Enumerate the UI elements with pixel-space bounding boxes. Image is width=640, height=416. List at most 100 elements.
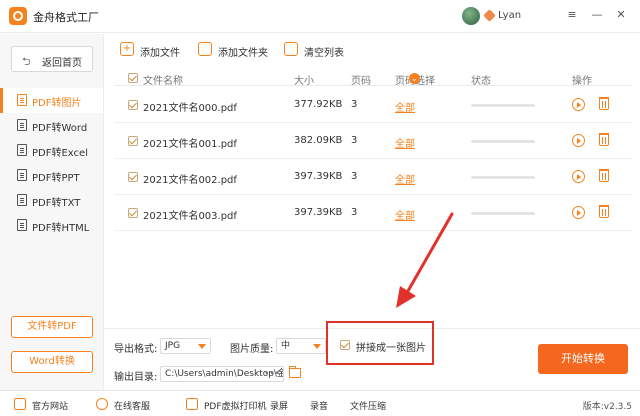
- sidebar-item-label: PDF转Word: [32, 123, 88, 134]
- quality-label: 图片质量:: [230, 344, 274, 355]
- table-row[interactable]: 2021文件名001.pdf 382.09KB 3 全部: [114, 123, 632, 159]
- annotation-arrow: [396, 212, 454, 308]
- minimize-icon[interactable]: —: [590, 8, 604, 22]
- play-icon[interactable]: [572, 134, 585, 147]
- format-select[interactable]: JPG: [160, 338, 211, 354]
- file-pages: 3: [351, 171, 358, 182]
- more-button[interactable]: •••: [264, 367, 280, 381]
- file-pages: 3: [351, 135, 358, 146]
- file-name: 2021文件名003.pdf: [143, 211, 237, 222]
- table-row[interactable]: 2021文件名003.pdf 397.39KB 3 全部: [114, 195, 632, 231]
- file-name: 2021文件名001.pdf: [143, 139, 237, 150]
- file-size: 397.39KB: [294, 207, 343, 218]
- progress-bar: [471, 104, 535, 107]
- row-checkbox[interactable]: [128, 136, 138, 146]
- back-home-button[interactable]: ⮌ 返回首页: [11, 46, 93, 72]
- document-icon: [17, 119, 27, 131]
- screen-record-label: 录屏: [270, 402, 289, 412]
- sidebar-item-label: PDF转HTML: [32, 223, 90, 234]
- back-home-label: 返回首页: [42, 58, 82, 69]
- delete-icon[interactable]: [599, 97, 609, 110]
- user-icon: [96, 398, 108, 410]
- chevron-down-icon[interactable]: ⌄: [409, 73, 420, 84]
- header-status: 状态: [471, 76, 491, 87]
- file-to-pdf-button[interactable]: 文件转PDF: [11, 316, 93, 338]
- monitor-icon: [14, 398, 26, 410]
- delete-icon[interactable]: [599, 169, 609, 182]
- file-size: 377.92KB: [294, 99, 343, 110]
- row-checkbox[interactable]: [128, 208, 138, 218]
- file-name: 2021文件名002.pdf: [143, 175, 237, 186]
- vip-diamond-icon: [483, 9, 496, 22]
- merge-highlight-box: 拼接成一张图片: [326, 321, 434, 365]
- sidebar-item-pdf-to-excel[interactable]: PDF转Excel: [0, 138, 103, 163]
- document-icon: [17, 194, 27, 206]
- file-size: 397.39KB: [294, 171, 343, 182]
- sidebar-item-label: PDF转Excel: [32, 148, 88, 159]
- sidebar-item-pdf-to-word[interactable]: PDF转Word: [0, 113, 103, 138]
- printer-label: PDF虚拟打印机: [204, 402, 267, 412]
- merge-image-checkbox[interactable]: [340, 340, 350, 350]
- document-icon: [17, 219, 27, 231]
- file-name: 2021文件名000.pdf: [143, 103, 237, 114]
- chevron-down-icon: [198, 344, 206, 349]
- play-icon[interactable]: [572, 98, 585, 111]
- audio-record-label: 录音: [310, 402, 329, 412]
- folder-icon[interactable]: [289, 366, 301, 378]
- document-icon: [17, 144, 27, 156]
- document-icon: [17, 94, 27, 106]
- file-pages: 3: [351, 207, 358, 218]
- progress-bar: [471, 212, 535, 215]
- progress-bar: [471, 140, 535, 143]
- delete-icon[interactable]: [599, 205, 609, 218]
- format-label: 导出格式:: [114, 344, 158, 355]
- clear-list-label: 清空列表: [304, 48, 344, 59]
- avatar[interactable]: [462, 7, 480, 25]
- username[interactable]: Lyan: [498, 10, 521, 21]
- service-label: 在线客服: [114, 402, 151, 412]
- sidebar: ⮌ 返回首页 PDF转图片 PDF转Word PDF转Excel PDF转PPT…: [0, 34, 104, 390]
- page-select-link[interactable]: 全部: [395, 135, 415, 150]
- output-path-field[interactable]: C:\Users\admin\Desktop\金 •••: [160, 366, 284, 382]
- document-icon: [17, 169, 27, 181]
- sidebar-item-pdf-to-html[interactable]: PDF转HTML: [0, 213, 103, 238]
- sidebar-item-label: PDF转PPT: [32, 173, 80, 184]
- add-file-label: 添加文件: [140, 48, 180, 59]
- row-checkbox[interactable]: [128, 100, 138, 110]
- select-all-checkbox[interactable]: [128, 73, 138, 83]
- quality-select[interactable]: 中: [276, 338, 326, 354]
- plus-icon: +: [120, 42, 134, 56]
- play-icon[interactable]: [572, 206, 585, 219]
- sidebar-item-pdf-to-image[interactable]: PDF转图片: [0, 88, 103, 113]
- play-icon[interactable]: [572, 170, 585, 183]
- title-bar: 金舟格式工厂 Lyan ≡ — ✕: [0, 0, 640, 33]
- chevron-down-icon: [313, 344, 321, 349]
- sidebar-item-label: PDF转图片: [32, 98, 82, 109]
- table-row[interactable]: 2021文件名000.pdf 377.92KB 3 全部: [114, 87, 632, 123]
- format-value: JPG: [165, 341, 181, 351]
- back-arrow-icon: ⮌: [22, 55, 31, 68]
- version-text: 版本:v2.3.5: [582, 402, 632, 412]
- menu-icon[interactable]: ≡: [565, 8, 579, 22]
- start-convert-button[interactable]: 开始转换: [538, 344, 628, 374]
- word-convert-button[interactable]: Word转换: [11, 351, 93, 373]
- file-compress-label: 文件压缩: [350, 402, 387, 412]
- trash-icon: [284, 42, 298, 56]
- sidebar-item-pdf-to-ppt[interactable]: PDF转PPT: [0, 163, 103, 188]
- delete-icon[interactable]: [599, 133, 609, 146]
- close-icon[interactable]: ✕: [614, 8, 628, 22]
- page-select-link[interactable]: 全部: [395, 171, 415, 186]
- sidebar-item-pdf-to-txt[interactable]: PDF转TXT: [0, 188, 103, 213]
- row-checkbox[interactable]: [128, 172, 138, 182]
- progress-bar: [471, 176, 535, 179]
- page-select-link[interactable]: 全部: [395, 99, 415, 114]
- folder-icon: [198, 42, 212, 56]
- quality-value: 中: [281, 341, 291, 351]
- file-size: 382.09KB: [294, 135, 343, 146]
- settings-panel: 导出格式: JPG 图片质量: 中 拼接成一张图片 输出目录: C:\Users…: [104, 321, 640, 390]
- table-row[interactable]: 2021文件名002.pdf 397.39KB 3 全部: [114, 159, 632, 195]
- header-name: 文件名称: [143, 76, 183, 87]
- merge-image-label[interactable]: 拼接成一张图片: [356, 339, 426, 354]
- sidebar-item-label: PDF转TXT: [32, 198, 81, 209]
- status-bar: 官方网站 在线客服 PDF虚拟打印机 录屏 录音 文件压缩 版本:v2.3.5: [0, 390, 640, 416]
